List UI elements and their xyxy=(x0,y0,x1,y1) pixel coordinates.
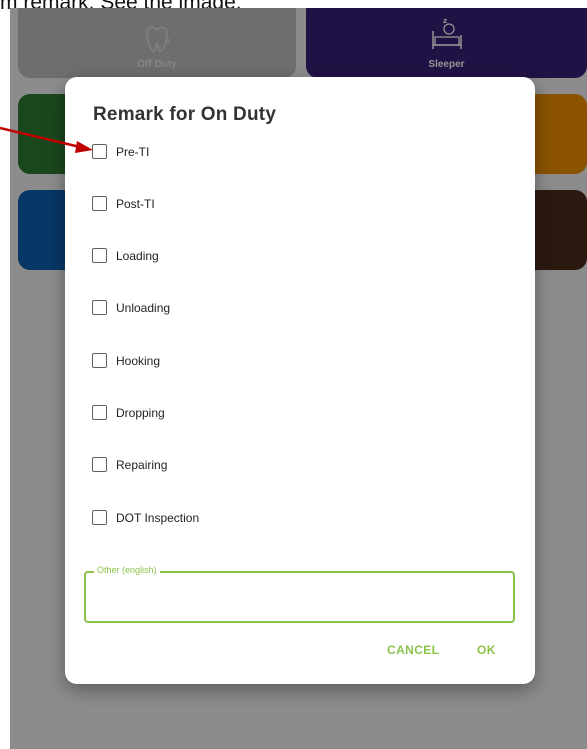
other-remark-label: Other (english) xyxy=(94,565,160,575)
checkbox[interactable] xyxy=(92,405,107,420)
option-dropping[interactable]: Dropping xyxy=(92,405,165,420)
checkbox[interactable] xyxy=(92,457,107,472)
option-label: Unloading xyxy=(116,300,171,315)
checkbox[interactable] xyxy=(92,248,107,263)
option-label: Hooking xyxy=(116,353,161,368)
option-label: Repairing xyxy=(116,457,168,472)
option-post-ti[interactable]: Post-TI xyxy=(92,196,155,211)
option-label: Post-TI xyxy=(116,196,155,211)
option-label: Pre-TI xyxy=(116,144,150,159)
dialog-title: Remark for On Duty xyxy=(93,104,277,125)
checkbox[interactable] xyxy=(92,353,107,368)
option-repairing[interactable]: Repairing xyxy=(92,457,167,472)
option-label: DOT Inspection xyxy=(116,510,200,525)
option-hooking[interactable]: Hooking xyxy=(92,353,160,368)
remark-dialog: Remark for On Duty Pre-TI Post-TI Loadin… xyxy=(65,77,535,684)
cancel-button[interactable]: CANCEL xyxy=(387,643,439,657)
ok-button[interactable]: OK xyxy=(477,643,496,657)
checkbox[interactable] xyxy=(92,196,107,211)
option-dot-inspection[interactable]: DOT Inspection xyxy=(92,510,199,525)
checkbox[interactable] xyxy=(92,510,107,525)
option-label: Loading xyxy=(116,248,159,263)
option-pre-ti[interactable]: Pre-TI xyxy=(92,144,149,159)
option-loading[interactable]: Loading xyxy=(92,248,159,263)
option-unloading[interactable]: Unloading xyxy=(92,300,170,315)
option-label: Dropping xyxy=(116,405,165,420)
other-remark-input[interactable]: Other (english) xyxy=(84,565,515,623)
annotation-arrow-icon xyxy=(0,126,93,153)
checkbox[interactable] xyxy=(92,300,107,315)
